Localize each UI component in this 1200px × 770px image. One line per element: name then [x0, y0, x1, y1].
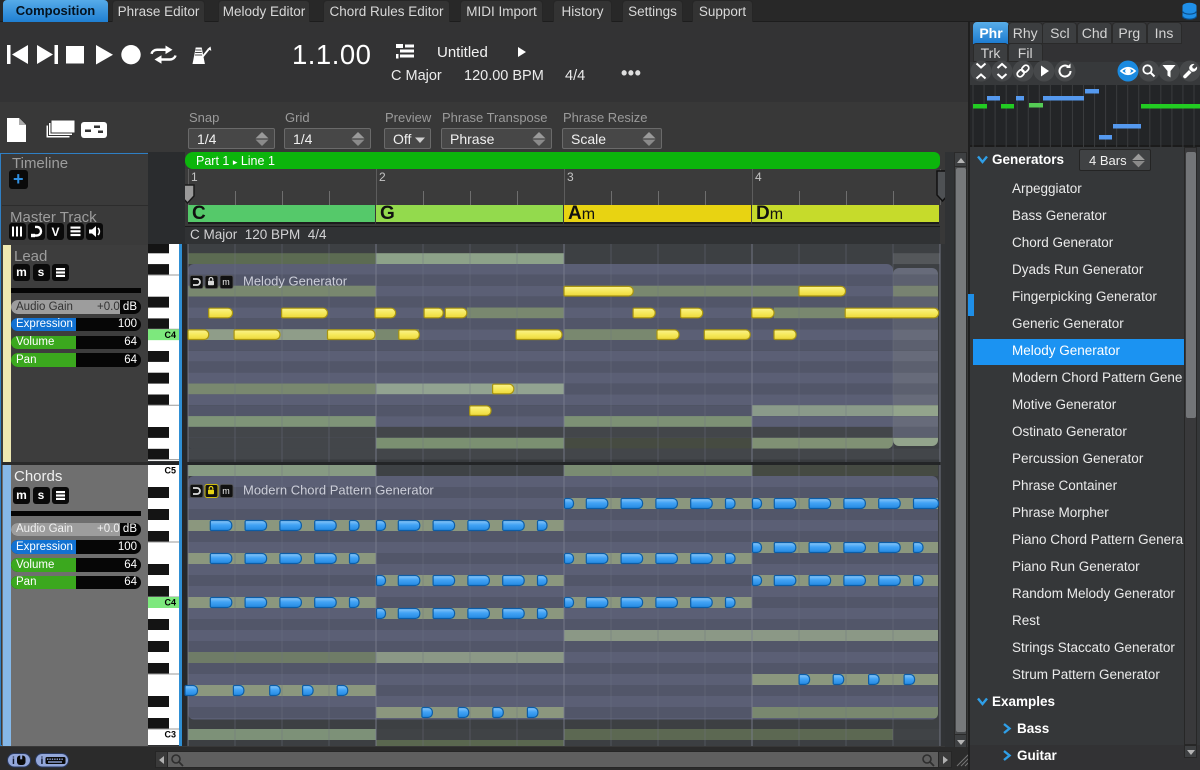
- svg-text:Melody Generator: Melody Generator: [243, 274, 348, 289]
- svg-text:C3: C3: [164, 730, 176, 740]
- svg-text:m: m: [222, 277, 230, 287]
- svg-text:C5: C5: [164, 466, 176, 476]
- svg-text:Modern Chord Pattern Generator: Modern Chord Pattern Generator: [243, 483, 434, 498]
- svg-text:V: V: [52, 225, 60, 239]
- svg-text:C4: C4: [164, 330, 176, 340]
- svg-text:i: i: [41, 755, 44, 767]
- svg-text:i: i: [12, 755, 15, 767]
- svg-text:C4: C4: [164, 598, 176, 608]
- svg-text:m: m: [222, 486, 230, 496]
